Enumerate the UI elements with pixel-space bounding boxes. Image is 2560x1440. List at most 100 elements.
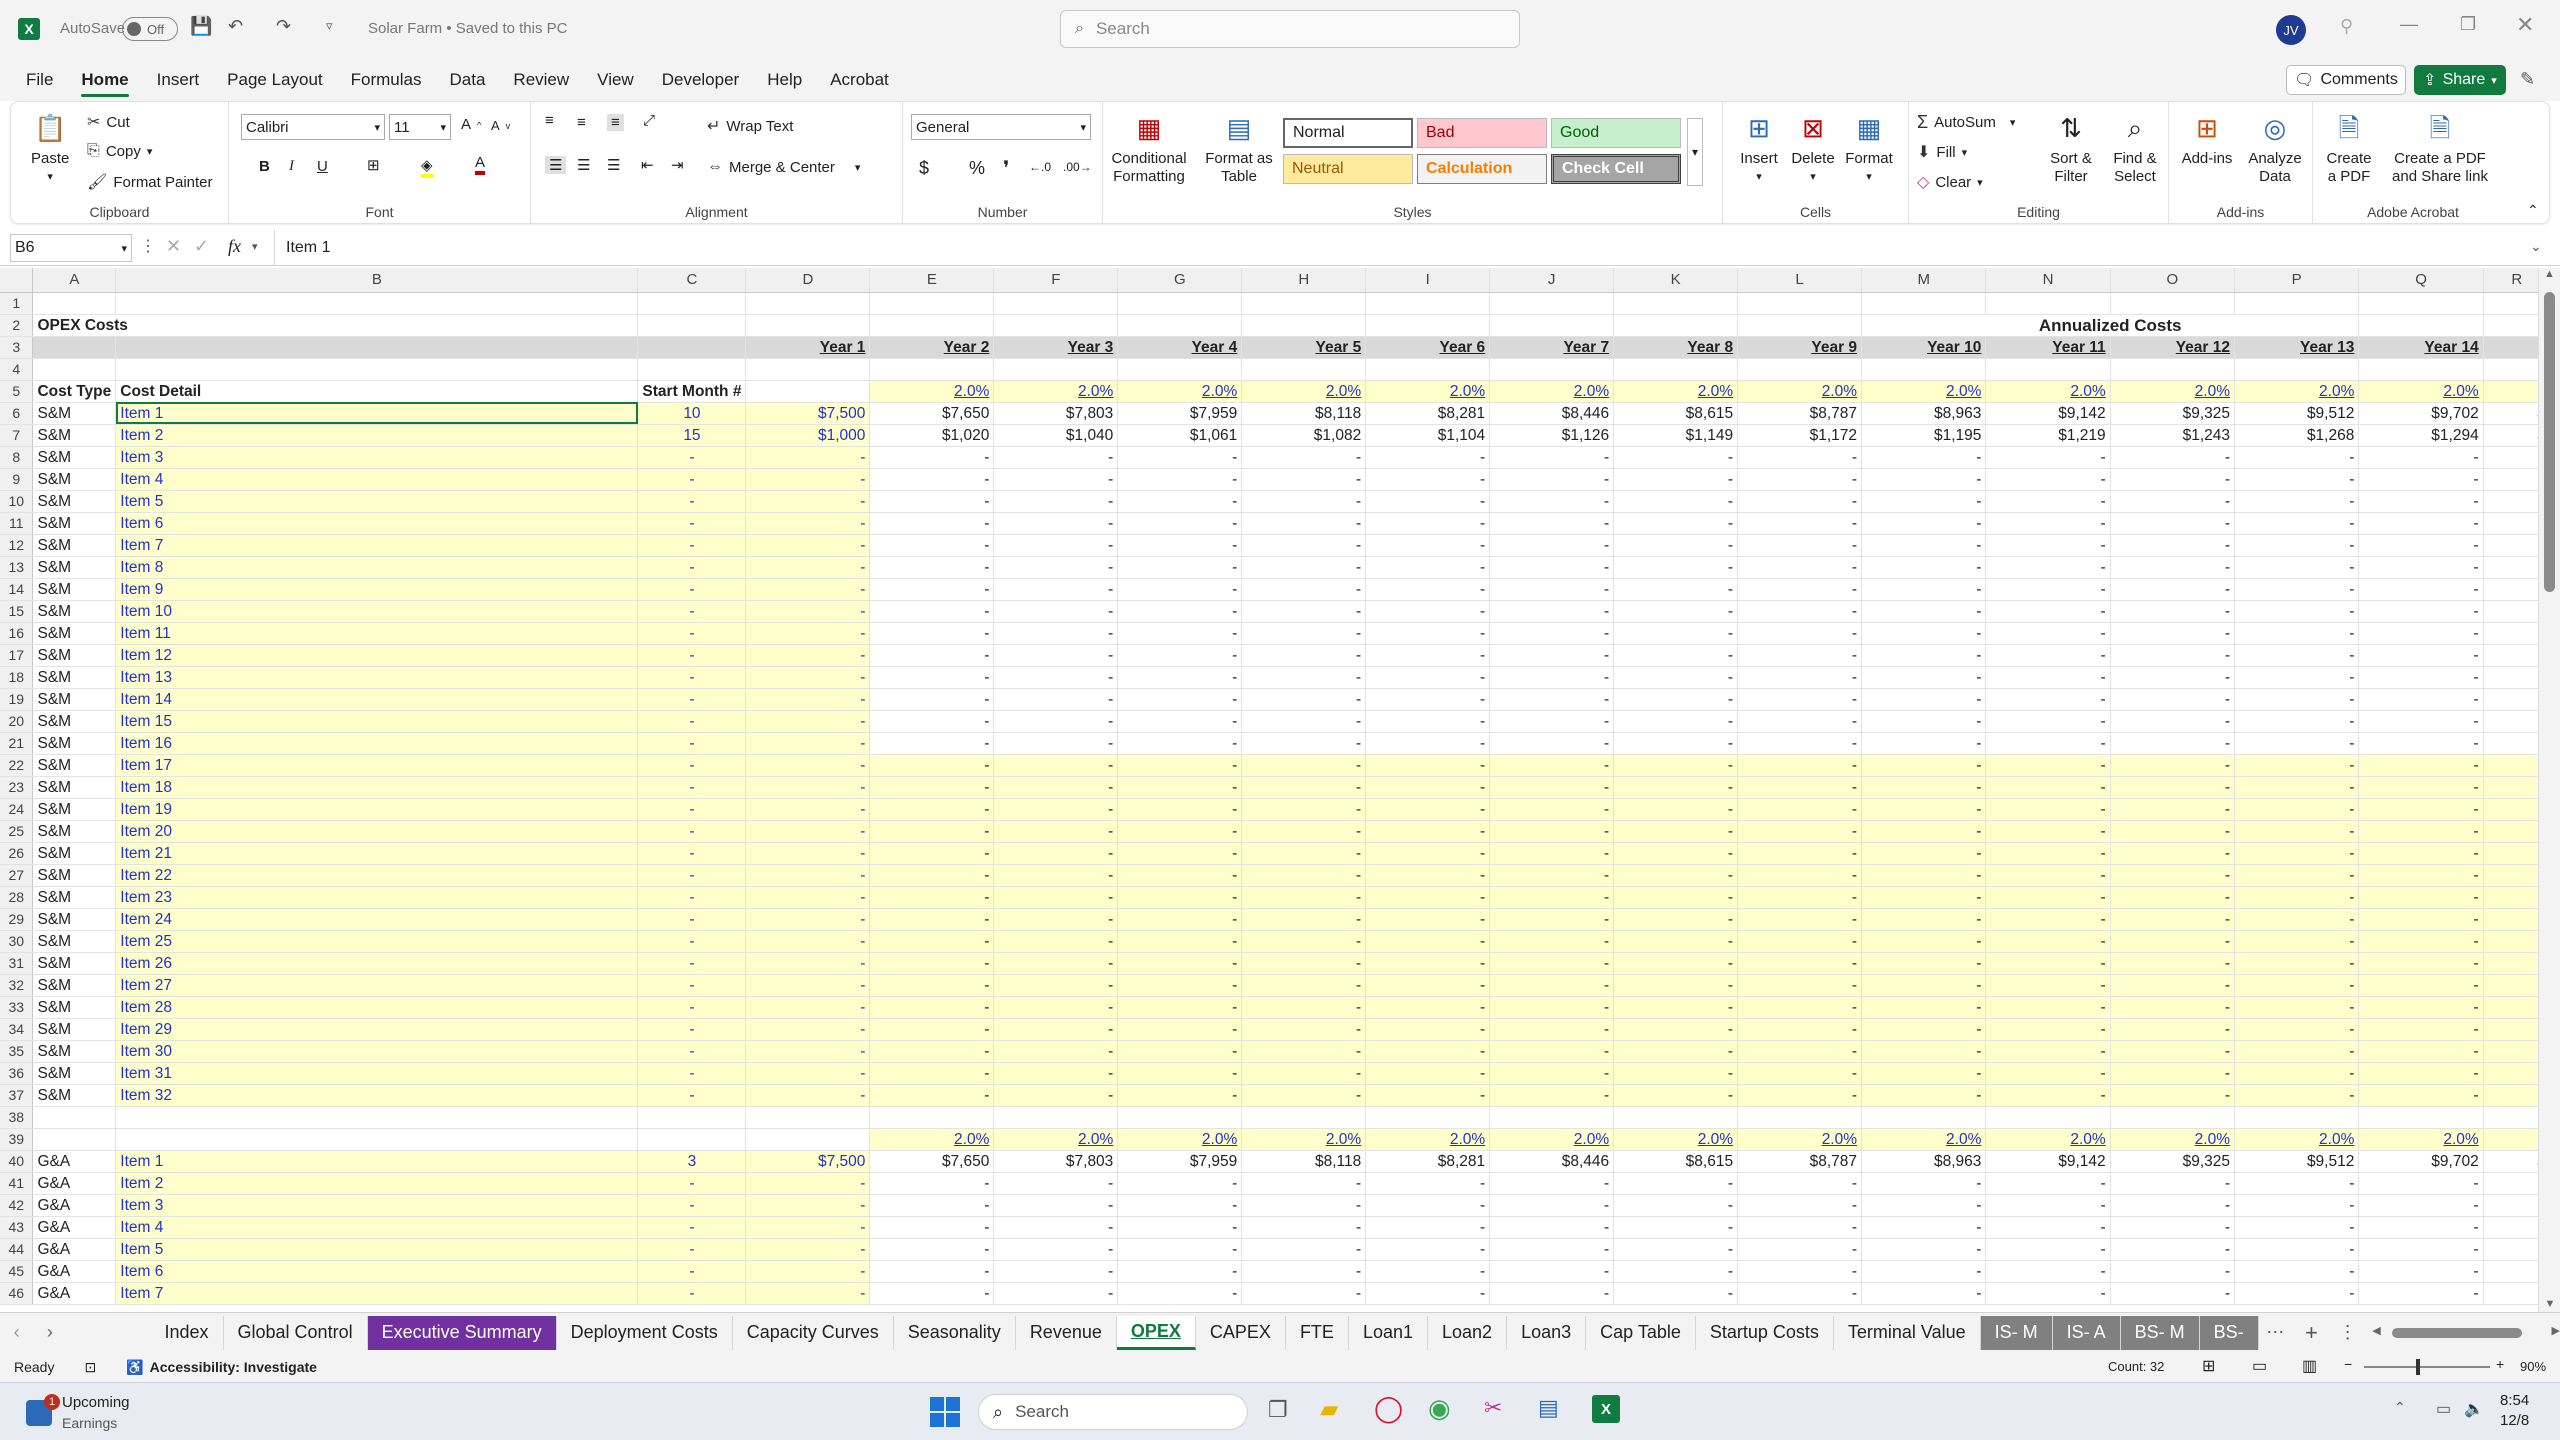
cell[interactable]: -: [637, 732, 747, 755]
cell[interactable]: -: [1613, 754, 1739, 777]
cell[interactable]: -: [2110, 1282, 2236, 1305]
close-icon[interactable]: ✕: [2516, 12, 2534, 38]
cell[interactable]: -: [1365, 732, 1491, 755]
cell[interactable]: -: [1737, 1084, 1863, 1107]
cell[interactable]: -: [993, 1260, 1119, 1283]
cell[interactable]: -: [1117, 468, 1243, 491]
cell[interactable]: -: [745, 468, 871, 491]
cell[interactable]: -: [993, 666, 1119, 689]
cell[interactable]: -: [869, 1194, 995, 1217]
cell[interactable]: Year 11: [1985, 336, 2111, 359]
cell[interactable]: -: [993, 1040, 1119, 1063]
cell[interactable]: Item 16: [115, 732, 639, 755]
cell[interactable]: -: [1117, 776, 1243, 799]
cell[interactable]: -: [1985, 776, 2111, 799]
autosum-button[interactable]: Σ AutoSum ▾: [1917, 112, 2015, 133]
number-format-select[interactable]: General ▾: [911, 114, 1091, 140]
cell[interactable]: -: [2110, 556, 2236, 579]
cell[interactable]: -: [2358, 996, 2484, 1019]
cell[interactable]: [745, 380, 871, 403]
cell[interactable]: -: [993, 1216, 1119, 1239]
cell[interactable]: -: [1365, 578, 1491, 601]
cell[interactable]: Item 32: [115, 1084, 639, 1107]
cell[interactable]: -: [1613, 490, 1739, 513]
sheet-tab[interactable]: BS- M: [2120, 1315, 2200, 1350]
row-header[interactable]: 29: [0, 908, 34, 931]
cell[interactable]: -: [2358, 710, 2484, 733]
cell[interactable]: -: [1737, 732, 1863, 755]
cell[interactable]: -: [1117, 688, 1243, 711]
cell[interactable]: -: [1365, 1084, 1491, 1107]
cell[interactable]: [1241, 358, 1367, 381]
cell[interactable]: -: [1241, 754, 1367, 777]
create-share-pdf-button[interactable]: 🗎 Create a PDF and Share link: [2385, 110, 2495, 186]
cell[interactable]: -: [1365, 798, 1491, 821]
cell[interactable]: -: [1985, 490, 2111, 513]
cell[interactable]: [1365, 358, 1491, 381]
merge-center-button[interactable]: ⇔ Merge & Center ▾: [707, 158, 860, 176]
cell[interactable]: Item 12: [115, 644, 639, 667]
collapse-ribbon-icon[interactable]: ⌃: [2527, 202, 2539, 219]
cell[interactable]: -: [1241, 798, 1367, 821]
cell[interactable]: -: [637, 952, 747, 975]
cell[interactable]: -: [1117, 1282, 1243, 1305]
row-header[interactable]: 43: [0, 1216, 34, 1239]
tab-view[interactable]: View: [583, 59, 648, 101]
cell[interactable]: -: [745, 622, 871, 645]
cell[interactable]: -: [1241, 578, 1367, 601]
cell[interactable]: -: [1613, 1040, 1739, 1063]
cell[interactable]: -: [993, 1018, 1119, 1041]
row-header[interactable]: 14: [0, 578, 34, 601]
prev-sheet-icon[interactable]: ‹: [0, 1322, 33, 1343]
cell[interactable]: -: [1737, 1018, 1863, 1041]
cell[interactable]: -: [869, 754, 995, 777]
row-header[interactable]: 45: [0, 1260, 34, 1283]
cell[interactable]: $1,172: [1737, 424, 1863, 447]
cell[interactable]: -: [1985, 952, 2111, 975]
cell-table[interactable]: A B C D E F G H I J K L M N O P Q R 1 2 OPEX Costs Annualized…: [0, 268, 2560, 1305]
cell[interactable]: 2.0%: [2358, 380, 2484, 403]
expand-formula-icon[interactable]: ⌄: [2530, 238, 2542, 255]
cell[interactable]: Item 11: [115, 622, 639, 645]
cell[interactable]: -: [993, 930, 1119, 953]
cell[interactable]: -: [1365, 996, 1491, 1019]
cell[interactable]: -: [1489, 974, 1615, 997]
cell[interactable]: -: [2110, 930, 2236, 953]
row-header[interactable]: 33: [0, 996, 34, 1019]
cell[interactable]: -: [2358, 468, 2484, 491]
cell[interactable]: -: [1365, 1040, 1491, 1063]
cell[interactable]: -: [1241, 688, 1367, 711]
cell[interactable]: -: [2110, 1260, 2236, 1283]
cell[interactable]: -: [1365, 1282, 1491, 1305]
cell[interactable]: Item 3: [115, 446, 639, 469]
cell[interactable]: -: [745, 446, 871, 469]
row-header[interactable]: 6: [0, 402, 34, 425]
cell[interactable]: -: [637, 1172, 747, 1195]
cell[interactable]: S&M: [32, 974, 117, 997]
cell[interactable]: -: [993, 952, 1119, 975]
cell[interactable]: -: [1489, 886, 1615, 909]
column-header[interactable]: M: [1861, 268, 1987, 293]
cell[interactable]: -: [2358, 754, 2484, 777]
cell[interactable]: -: [1365, 908, 1491, 931]
cell[interactable]: -: [1613, 864, 1739, 887]
style-neutral[interactable]: Neutral: [1283, 154, 1413, 184]
cell[interactable]: -: [1117, 1084, 1243, 1107]
cell[interactable]: Year 9: [1737, 336, 1863, 359]
row-header[interactable]: 4: [0, 358, 34, 381]
cell[interactable]: -: [1985, 666, 2111, 689]
row-header[interactable]: 37: [0, 1084, 34, 1107]
cell[interactable]: -: [1861, 886, 1987, 909]
cell[interactable]: -: [1985, 820, 2111, 843]
cell[interactable]: -: [637, 1260, 747, 1283]
chrome-icon[interactable]: ◉: [1428, 1393, 1451, 1424]
cell[interactable]: Year 6: [1365, 336, 1491, 359]
comma-icon[interactable]: ❜: [1003, 156, 1009, 181]
cell[interactable]: -: [1365, 864, 1491, 887]
cell[interactable]: [32, 358, 117, 381]
align-center-icon[interactable]: ☰: [577, 156, 590, 174]
cell[interactable]: [993, 1106, 1119, 1129]
cell[interactable]: -: [1613, 952, 1739, 975]
cell[interactable]: $1,082: [1241, 424, 1367, 447]
cell[interactable]: [1985, 358, 2111, 381]
